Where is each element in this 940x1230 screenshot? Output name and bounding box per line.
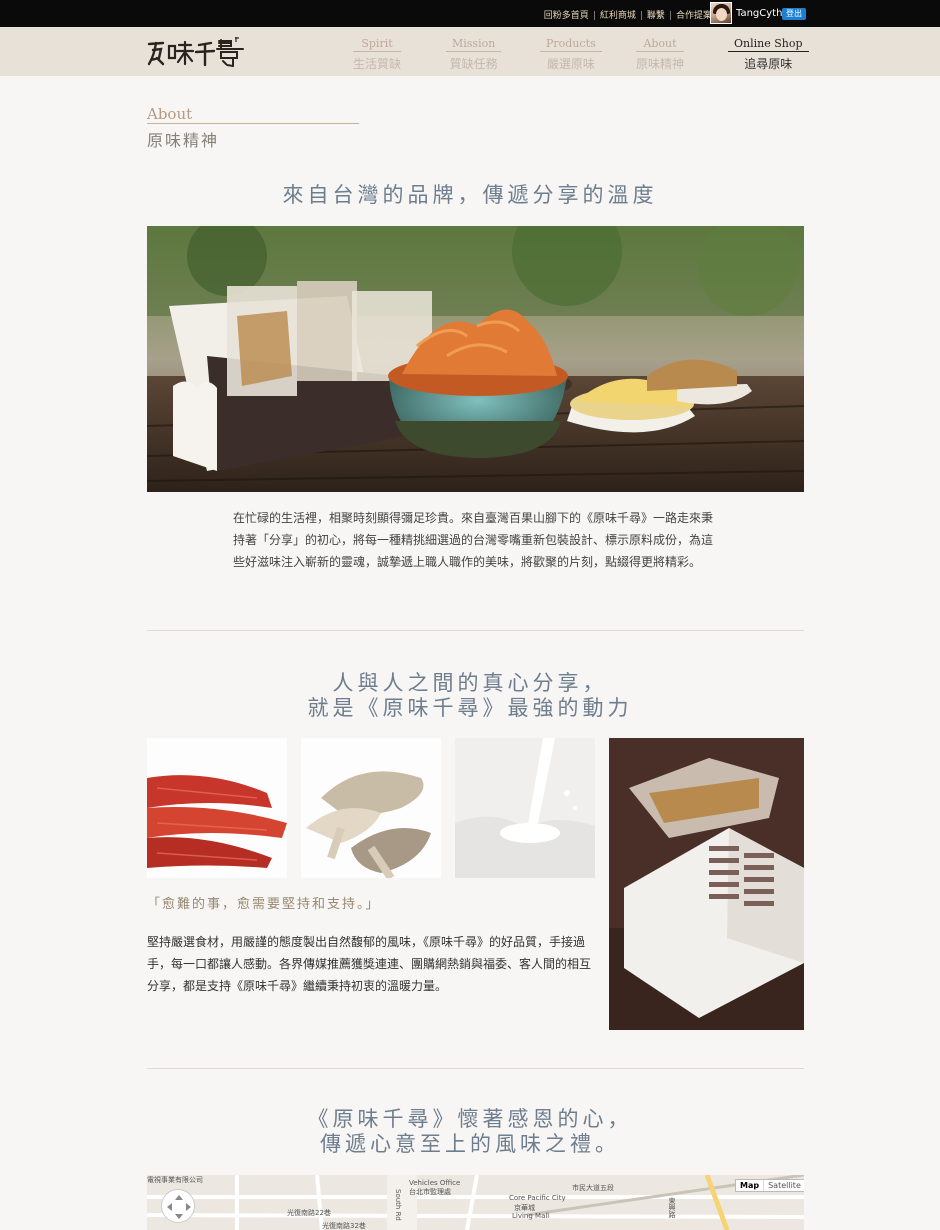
headline-sharing-line1: 人與人之間的真心分享， xyxy=(332,671,608,695)
top-bar: 回粉多首頁 | 紅利商城 | 聯繫 | 合作提案 TangCyth 登出 xyxy=(0,0,940,27)
hero-product-photo xyxy=(147,226,804,492)
quality-paragraph: 堅持嚴選食材，用嚴謹的態度製出自然馥郁的風味，《原味千尋》的好品質，手接過手，每… xyxy=(147,935,592,993)
product-photo-gift-box xyxy=(609,738,804,1030)
avatar[interactable] xyxy=(710,2,732,24)
product-photo-milk xyxy=(455,738,595,878)
brand-logo[interactable] xyxy=(147,36,247,68)
nav-products[interactable]: Products 嚴選原味 xyxy=(540,37,602,72)
nav-products-en: Products xyxy=(540,37,602,52)
nav-online-shop[interactable]: Online Shop 追尋原味 xyxy=(728,37,809,72)
map-pan-control[interactable] xyxy=(161,1189,195,1223)
nav-mission[interactable]: Mission 質缺任務 xyxy=(446,37,502,72)
section-divider-1 xyxy=(147,630,804,631)
location-map[interactable]: 電視事業有限公司 光復南路22巷 光復南路32巷 Vehicles Office… xyxy=(147,1175,804,1230)
top-link-partnership[interactable]: 合作提案 xyxy=(676,11,712,21)
headline-gratitude-line1: 《原味千尋》懷著感恩的心， xyxy=(307,1107,633,1131)
nav-spirit-en: Spirit xyxy=(353,37,402,52)
section-divider-2 xyxy=(147,1068,804,1069)
product-photo-mushroom xyxy=(301,738,441,878)
nav-about-en: About xyxy=(636,37,685,52)
nav-products-zh: 嚴選原味 xyxy=(546,57,595,71)
pan-arrows-icon xyxy=(167,1195,191,1219)
map-label-living-mall: Living Mall xyxy=(512,1212,550,1220)
top-link-home[interactable]: 回粉多首頁 xyxy=(544,11,589,21)
map-label-vehicles: Vehicles Office xyxy=(409,1179,461,1187)
map-label-south-rd: South Rd xyxy=(394,1189,402,1221)
top-links: 回粉多首頁 | 紅利商城 | 聯繫 | 合作提案 xyxy=(543,11,712,21)
logout-button[interactable]: 登出 xyxy=(782,8,806,20)
brand-intro-paragraph: 在忙碌的生活裡，相聚時刻顯得彌足珍貴。來自臺灣百果山腳下的《原味千尋》一路走來秉… xyxy=(233,511,714,569)
map-type-control: Map Satellite xyxy=(735,1179,804,1192)
product-photo-dried-fish xyxy=(147,738,287,878)
headline-gratitude: 《原味千尋》懷著感恩的心， 傳遞心意至上的風味之禮。 xyxy=(0,1107,940,1157)
quote-text: 「愈難的事，愈需要堅持和支持。」 xyxy=(147,897,381,912)
top-link-contact[interactable]: 聯繫 xyxy=(647,11,665,21)
nav-online-shop-en: Online Shop xyxy=(728,37,809,52)
nav-about[interactable]: About 原味精神 xyxy=(636,37,685,72)
map-label-street2: 光復南路32巷 xyxy=(322,1222,366,1230)
headline-sharing-line2: 就是《原味千尋》最強的動力 xyxy=(307,696,633,720)
map-label-tv: 電視事業有限公司 xyxy=(147,1176,203,1184)
headline-brand: 來自台灣的品牌，傳遞分享的溫度 xyxy=(282,183,658,207)
username[interactable]: TangCyth xyxy=(736,8,782,19)
nav-spirit[interactable]: Spirit 生活質缺 xyxy=(353,37,402,72)
nav-mission-zh: 質缺任務 xyxy=(449,57,498,71)
nav-spirit-zh: 生活質缺 xyxy=(353,57,402,71)
headline-sharing: 人與人之間的真心分享， 就是《原味千尋》最強的動力 xyxy=(0,671,940,721)
headline-gratitude-line2: 傳遞心意至上的風味之禮。 xyxy=(320,1132,620,1156)
section-title-en: About xyxy=(147,105,193,123)
map-label-core-pacific: Core Pacific City xyxy=(509,1194,566,1202)
section-title-zh: 原味精神 xyxy=(147,131,220,150)
nav-online-shop-zh: 追尋原味 xyxy=(744,57,793,71)
section-title-underline xyxy=(147,123,359,124)
map-type-satellite-button[interactable]: Satellite xyxy=(764,1180,804,1191)
map-label-dmv: 台北市監理處 xyxy=(409,1188,451,1196)
map-type-map-button[interactable]: Map xyxy=(736,1180,765,1191)
map-label-dongxing: 東興路 xyxy=(668,1197,676,1218)
top-link-bonus-shop[interactable]: 紅利商城 xyxy=(600,11,636,21)
map-label-civic-blvd: 市民大道五段 xyxy=(572,1184,614,1192)
nav-mission-en: Mission xyxy=(446,37,502,52)
nav-about-zh: 原味精神 xyxy=(636,57,685,71)
map-label-street1: 光復南路22巷 xyxy=(287,1209,331,1217)
